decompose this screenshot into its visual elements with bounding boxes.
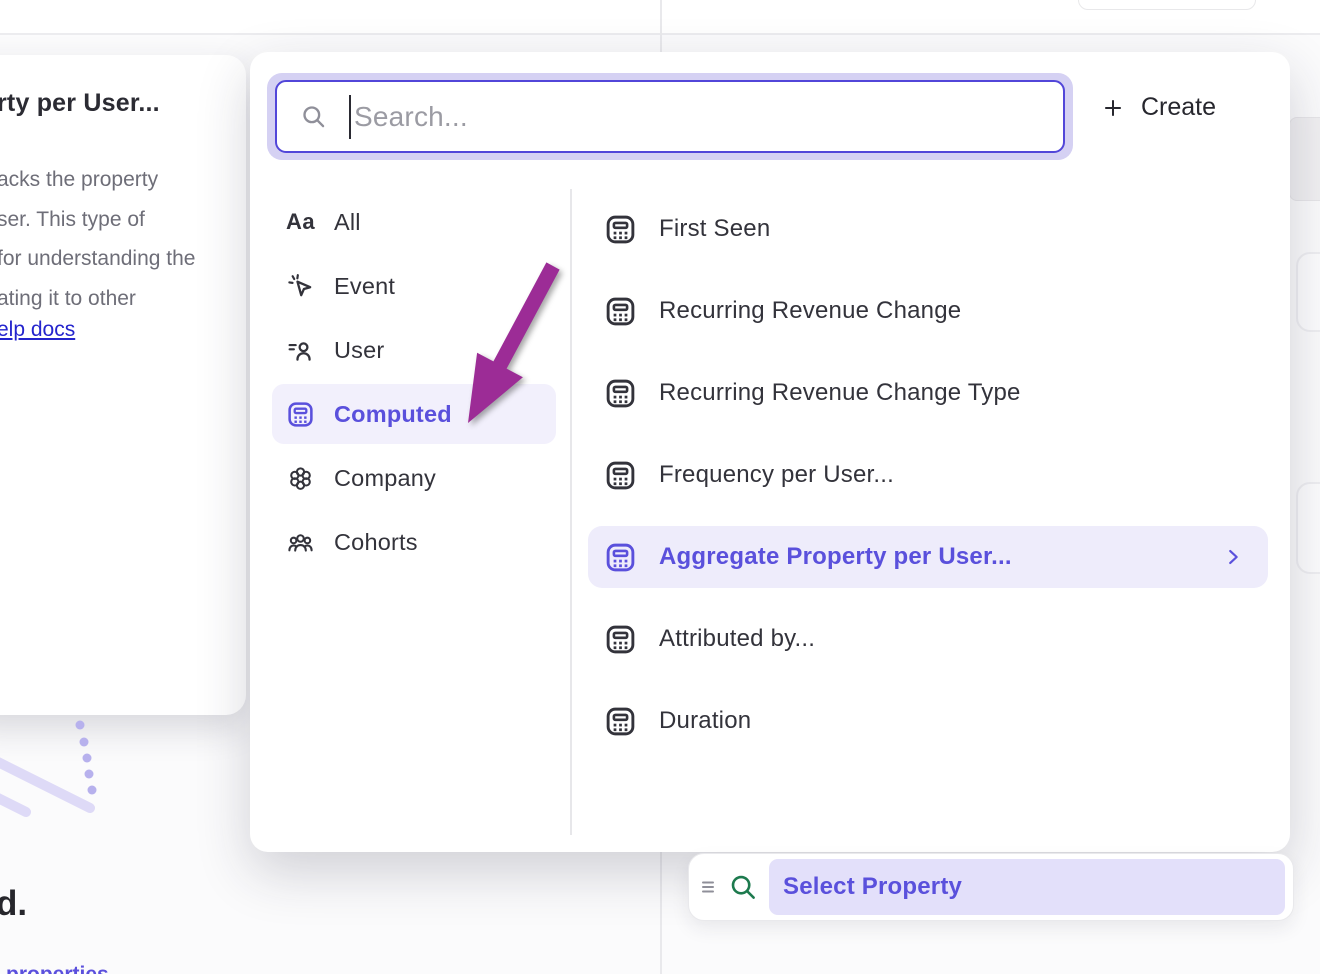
property-item-first-seen[interactable]: First Seen: [588, 198, 1268, 260]
search-placeholder: Search...: [354, 101, 468, 133]
category-user[interactable]: User: [272, 320, 556, 380]
property-item-recurring-revenue-change[interactable]: Recurring Revenue Change: [588, 280, 1268, 342]
calculator-icon: [604, 623, 637, 656]
category-label: Company: [334, 465, 436, 492]
search-icon: [300, 103, 327, 130]
company-cluster-icon: [286, 464, 315, 493]
background-ghost-row: [1296, 482, 1320, 574]
empty-state-link-fragment[interactable]: properties: [6, 963, 126, 974]
property-list: First Seen Recurring Revenue Change Recu…: [588, 198, 1268, 772]
property-label: Frequency per User...: [659, 461, 894, 489]
calculator-icon: [604, 213, 637, 246]
calculator-icon: [604, 705, 637, 738]
background-partial-button: [1078, 0, 1256, 10]
category-list: Aa All Event User Computed: [272, 192, 556, 576]
create-button-label: Create: [1141, 93, 1216, 122]
chevron-right-icon: [1222, 546, 1244, 568]
category-label: User: [334, 337, 384, 364]
property-item-aggregate-property-per-user[interactable]: Aggregate Property per User...: [588, 526, 1268, 588]
chart-doodle-illustration: [0, 712, 130, 842]
event-cursor-icon: [286, 272, 315, 301]
help-docs-link[interactable]: elp docs: [0, 318, 75, 342]
drag-handle-icon[interactable]: [701, 878, 719, 896]
property-label: Recurring Revenue Change: [659, 297, 961, 325]
create-button[interactable]: Create: [1102, 93, 1216, 122]
select-property-label: Select Property: [783, 873, 962, 901]
select-property-button[interactable]: Select Property: [769, 859, 1285, 915]
plus-icon: [1102, 97, 1124, 119]
cohorts-people-icon: [286, 528, 315, 557]
tooltip-title: rty per User...: [0, 89, 160, 118]
search-input[interactable]: Search...: [275, 80, 1065, 153]
property-label: Attributed by...: [659, 625, 815, 653]
text-caret: [349, 95, 351, 139]
background-partial-panel: [1289, 117, 1320, 201]
category-company[interactable]: Company: [272, 448, 556, 508]
tooltip-content: rty per User... acks the property ser. T…: [0, 55, 246, 715]
property-picker-dropdown: Search... Create Aa All Event: [250, 52, 1290, 852]
category-label: Cohorts: [334, 529, 418, 556]
category-label: Computed: [334, 401, 452, 428]
calculator-icon: [286, 400, 315, 429]
category-computed[interactable]: Computed: [272, 384, 556, 444]
background-ghost-row: [1296, 252, 1320, 332]
category-all[interactable]: Aa All: [272, 192, 556, 252]
property-tooltip-card: rty per User... acks the property ser. T…: [0, 55, 246, 715]
modal-column-divider: [570, 189, 572, 835]
category-event[interactable]: Event: [272, 256, 556, 316]
empty-state-heading-fragment: d.: [0, 884, 27, 924]
user-list-icon: [286, 336, 315, 365]
property-label: Recurring Revenue Change Type: [659, 379, 1021, 407]
property-item-recurring-revenue-change-type[interactable]: Recurring Revenue Change Type: [588, 362, 1268, 424]
calculator-icon: [604, 541, 637, 574]
property-label: First Seen: [659, 215, 770, 243]
property-filter-row: Select Property: [688, 853, 1294, 921]
calculator-icon: [604, 459, 637, 492]
property-label: Aggregate Property per User...: [659, 543, 1012, 571]
search-focus-glow: Search...: [267, 73, 1073, 160]
calculator-icon: [604, 377, 637, 410]
category-cohorts[interactable]: Cohorts: [272, 512, 556, 572]
property-item-frequency-per-user[interactable]: Frequency per User...: [588, 444, 1268, 506]
property-item-attributed-by[interactable]: Attributed by...: [588, 608, 1268, 670]
property-item-duration[interactable]: Duration: [588, 690, 1268, 752]
text-aa-icon: Aa: [286, 208, 315, 237]
tooltip-description: acks the property ser. This type of for …: [0, 160, 246, 318]
calculator-icon: [604, 295, 637, 328]
property-label: Duration: [659, 707, 751, 735]
category-label: Event: [334, 273, 395, 300]
category-label: All: [334, 209, 361, 236]
property-search-icon: [728, 872, 758, 902]
